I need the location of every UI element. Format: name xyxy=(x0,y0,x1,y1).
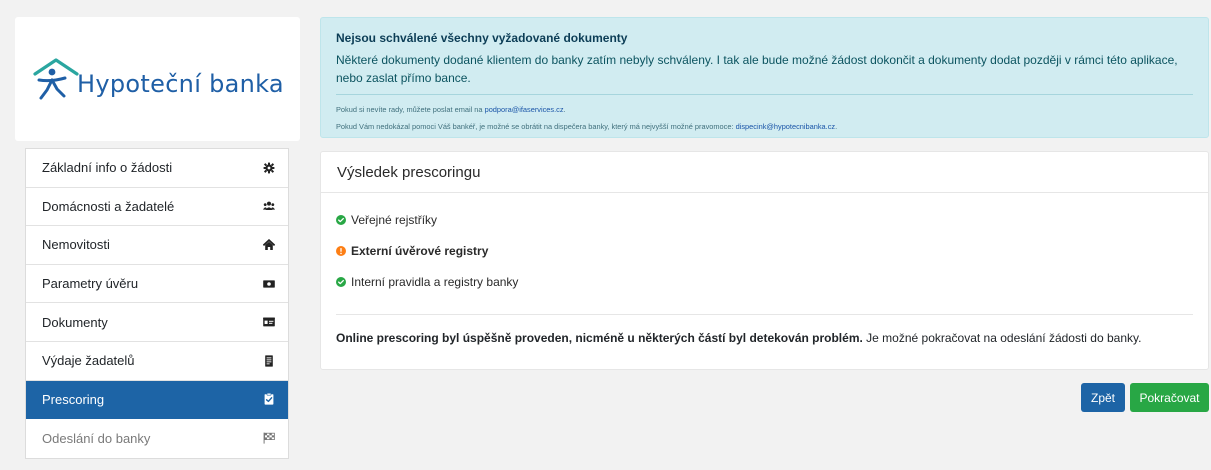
alert-text: Některé dokumenty dodané klientem do ban… xyxy=(336,53,1178,85)
sidebar-nav: Základní info o žádosti Domácnosti a žad… xyxy=(25,148,289,459)
gear-icon xyxy=(263,162,275,174)
card-body: Veřejné rejstříky Externí úvěrové regist… xyxy=(321,204,1208,345)
prescoring-summary: Online prescoring byl úspěšně proveden, … xyxy=(336,331,1193,345)
support-email-link[interactable]: podpora@ifaservices.cz xyxy=(485,105,564,114)
prescoring-result-card: Výsledek prescoringu Veřejné rejstříky E… xyxy=(320,151,1209,370)
sidebar-item-label: Výdaje žadatelů xyxy=(42,353,135,369)
sidebar-item-send-to-bank[interactable]: Odeslání do banky xyxy=(26,419,288,458)
check-public-registers: Veřejné rejstříky xyxy=(336,204,1193,235)
check-label: Interní pravidla a registry banky xyxy=(351,274,519,289)
logo-card: Hypoteční banka xyxy=(15,17,300,141)
id-card-icon xyxy=(263,316,275,328)
sidebar-item-households[interactable]: Domácnosti a žadatelé xyxy=(26,188,288,227)
sidebar-item-basic-info[interactable]: Základní info o žádosti xyxy=(26,149,288,188)
brand-logo[interactable]: Hypoteční banka xyxy=(31,58,284,100)
sidebar-item-label: Odeslání do banky xyxy=(42,430,151,446)
alert-support-suffix: . xyxy=(563,105,566,114)
check-internal-rules: Interní pravidla a registry banky xyxy=(336,266,1193,297)
alert-dispatcher-prefix: Pokud Vám nedokázal pomoci Váš bankéř, j… xyxy=(336,122,736,131)
check-circle-icon xyxy=(336,214,346,225)
sidebar: Hypoteční banka Základní info o žádosti … xyxy=(15,17,300,459)
home-icon xyxy=(263,238,275,251)
users-icon xyxy=(263,200,275,212)
sidebar-item-loan-parameters[interactable]: Parametry úvěru xyxy=(26,265,288,304)
sidebar-item-label: Domácnosti a žadatelé xyxy=(42,198,175,214)
exclamation-circle-icon xyxy=(336,245,346,256)
sidebar-item-documents[interactable]: Dokumenty xyxy=(26,303,288,342)
summary-rest: Je možné pokračovat na odeslání žádosti … xyxy=(862,331,1142,345)
back-button[interactable]: Zpět xyxy=(1081,383,1125,412)
sidebar-item-label: Prescoring xyxy=(42,391,105,407)
check-circle-icon xyxy=(336,276,346,287)
alert-support-line: Pokud si nevíte rady, můžete poslat emai… xyxy=(336,101,1193,118)
alert-support-prefix: Pokud si nevíte rady, můžete poslat emai… xyxy=(336,105,485,114)
documents-alert: Nejsou schválené všechny vyžadované doku… xyxy=(320,17,1209,138)
check-label: Veřejné rejstříky xyxy=(351,212,438,227)
summary-bold: Online prescoring byl úspěšně proveden, … xyxy=(336,331,863,345)
clipboard-check-icon xyxy=(263,393,275,405)
house-person-logo-icon xyxy=(33,58,79,100)
alert-dispatcher-suffix: . xyxy=(835,122,838,131)
alert-dispatcher-line: Pokud Vám nedokázal pomoci Váš bankéř, j… xyxy=(336,118,1193,135)
alert-title: Nejsou schválené všechny vyžadované doku… xyxy=(336,31,628,45)
card-title: Výsledek prescoringu xyxy=(321,152,1208,193)
sidebar-item-label: Parametry úvěru xyxy=(42,276,139,292)
money-icon xyxy=(263,278,275,290)
receipt-icon xyxy=(263,355,275,367)
alert-divider xyxy=(336,94,1193,95)
card-divider xyxy=(336,314,1193,315)
sidebar-item-properties[interactable]: Nemovitosti xyxy=(26,226,288,265)
sidebar-item-label: Základní info o žádosti xyxy=(42,160,173,176)
check-external-registers: Externí úvěrové registry xyxy=(336,235,1193,266)
brand-name: Hypoteční banka xyxy=(77,70,284,98)
sidebar-item-expenses[interactable]: Výdaje žadatelů xyxy=(26,342,288,381)
sidebar-item-label: Dokumenty xyxy=(42,314,108,330)
dispatcher-email-link[interactable]: dispecink@hypotecnibanka.cz xyxy=(736,122,836,131)
continue-button[interactable]: Pokračovat xyxy=(1130,383,1209,412)
sidebar-item-prescoring[interactable]: Prescoring xyxy=(26,380,288,420)
check-label: Externí úvěrové registry xyxy=(351,243,489,258)
sidebar-item-label: Nemovitosti xyxy=(42,237,110,253)
flag-checkered-icon xyxy=(263,432,275,445)
